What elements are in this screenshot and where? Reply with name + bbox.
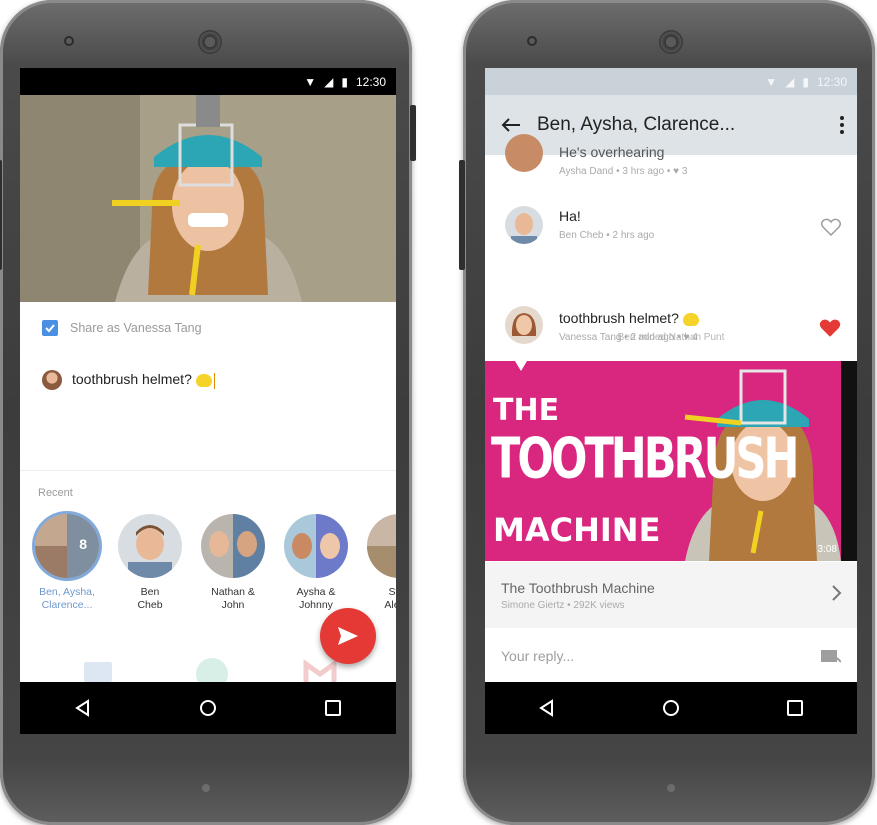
video-link-title: The Toothbrush Machine — [501, 580, 655, 596]
message-text: Ha! — [559, 208, 581, 224]
avatar — [201, 514, 265, 578]
avatar — [505, 206, 543, 244]
like-button[interactable] — [819, 318, 841, 343]
signal-icon: ◢ — [324, 74, 334, 89]
status-time: 12:30 — [355, 74, 386, 89]
battery-icon: ▮ — [341, 74, 348, 89]
recent-label: Recent — [38, 487, 73, 499]
wifi-icon: ▼ — [304, 74, 317, 89]
avatar: 8 — [35, 514, 99, 578]
send-icon — [338, 627, 358, 645]
message-meta: Ben Cheb • 2 hrs ago — [559, 230, 655, 241]
contact-name: Aysha & Johnny — [296, 586, 336, 611]
doc-app-icon — [84, 662, 112, 682]
more-options-button[interactable] — [827, 116, 857, 134]
heart-filled-icon — [819, 319, 841, 337]
divider — [20, 470, 396, 471]
contact-stacy-alejandro[interactable]: Stac Alejan — [366, 514, 396, 612]
message-meta: Vanessa Tang • 2 min ago • ♥ 4 — [559, 332, 698, 343]
conversation-title: Ben, Aysha, Clarence... — [537, 114, 736, 135]
shared-photo — [20, 95, 396, 302]
video-duration: 3:08 — [817, 544, 837, 555]
back-nav-button[interactable] — [538, 699, 556, 717]
share-as-row[interactable]: Share as Vanessa Tang — [42, 320, 202, 336]
avatar — [505, 306, 543, 344]
front-camera — [659, 30, 683, 54]
message-meta: Aysha Dand • 3 hrs ago • ♥ 3 — [559, 166, 688, 177]
contact-name: Ben, Aysha, Clarence... — [39, 586, 95, 611]
recents-nav-button[interactable] — [324, 699, 342, 717]
contact-group-ben-aysha-clarence[interactable]: 8 Ben, Aysha, Clarence... — [34, 514, 100, 612]
message-text: He's overhearing — [559, 144, 665, 160]
like-button[interactable] — [820, 218, 842, 241]
avatar — [367, 514, 396, 578]
share-screen: ▼ ◢ ▮ 12:30 Share as Vanessa Tang toothb… — [20, 68, 396, 734]
avatar — [505, 134, 543, 172]
video-preview[interactable]: THE TOOTHBRUSH MACHINE 3:08 — [485, 361, 857, 561]
video-title-line: TOOTHBRUSH — [491, 427, 800, 492]
group-count-badge: 8 — [79, 536, 87, 552]
volume-button — [459, 160, 465, 270]
gmail-app-icon — [303, 659, 337, 682]
contact-aysha-johnny[interactable]: Aysha & Johnny — [283, 514, 349, 612]
text-cursor — [213, 372, 215, 389]
contact-name: Nathan & John — [211, 586, 255, 611]
avatar — [118, 514, 182, 578]
video-link-row[interactable]: The Toothbrush Machine Simone Giertz • 2… — [485, 562, 857, 628]
avatar — [42, 370, 62, 390]
contact-name: Stac Alejan — [384, 586, 396, 611]
right-phone: ▼ ◢ ▮ 12:30 Ben, Aysha, Clarence... He's… — [459, 0, 875, 825]
recents-nav-button[interactable] — [786, 699, 804, 717]
video-link-subtitle: Simone Giertz • 292K views — [501, 600, 625, 611]
reply-input[interactable]: Your reply... — [485, 630, 857, 682]
back-nav-button[interactable] — [74, 699, 92, 717]
signal-icon: ◢ — [785, 74, 795, 89]
share-as-label: Share as Vanessa Tang — [70, 321, 202, 335]
compose-area[interactable]: toothbrush helmet? — [42, 370, 215, 390]
video-edge — [841, 361, 857, 561]
power-button — [410, 105, 416, 161]
left-phone: ▼ ◢ ▮ 12:30 Share as Vanessa Tang toothb… — [0, 0, 416, 825]
share-checkbox[interactable] — [42, 320, 58, 336]
avatar — [284, 514, 348, 578]
speaker-grille — [202, 784, 210, 792]
status-bar: ▼ ◢ ▮ 12:30 — [20, 68, 396, 95]
home-nav-button[interactable] — [662, 699, 680, 717]
contact-name: Ben Cheb — [137, 586, 163, 611]
reply-placeholder: Your reply... — [501, 648, 575, 664]
status-bar: ▼ ◢ ▮ 12:30 — [485, 68, 857, 95]
video-title-line: THE — [493, 393, 560, 428]
message-text: toothbrush helmet? — [559, 310, 699, 326]
send-button[interactable] — [320, 608, 376, 664]
sensor-dot — [64, 36, 74, 46]
battery-icon: ▮ — [802, 74, 809, 89]
recent-contacts: 8 Ben, Aysha, Clarence... Ben Cheb Natha… — [34, 514, 396, 612]
video-title-line: MACHINE — [493, 511, 661, 549]
emoji-icon — [682, 312, 699, 326]
status-time: 12:30 — [816, 74, 847, 89]
reaction-icon[interactable] — [821, 650, 841, 664]
volume-button — [0, 160, 2, 270]
speaker-grille — [667, 784, 675, 792]
heart-outline-icon — [820, 218, 842, 237]
navigation-bar — [485, 682, 857, 734]
back-button[interactable] — [485, 117, 537, 133]
contact-nathan-john[interactable]: Nathan & John — [200, 514, 266, 612]
home-nav-button[interactable] — [199, 699, 217, 717]
chevron-right-icon — [832, 585, 842, 601]
emoji-icon — [195, 374, 212, 388]
front-camera — [198, 30, 222, 54]
hangouts-app-icon — [196, 658, 228, 690]
sensor-dot — [527, 36, 537, 46]
navigation-bar — [20, 682, 396, 734]
conversation-screen: ▼ ◢ ▮ 12:30 Ben, Aysha, Clarence... He's… — [485, 68, 857, 734]
wifi-icon: ▼ — [765, 74, 778, 89]
compose-text[interactable]: toothbrush helmet? — [72, 371, 215, 389]
contact-ben-cheb[interactable]: Ben Cheb — [117, 514, 183, 612]
arrow-left-icon — [501, 118, 520, 132]
